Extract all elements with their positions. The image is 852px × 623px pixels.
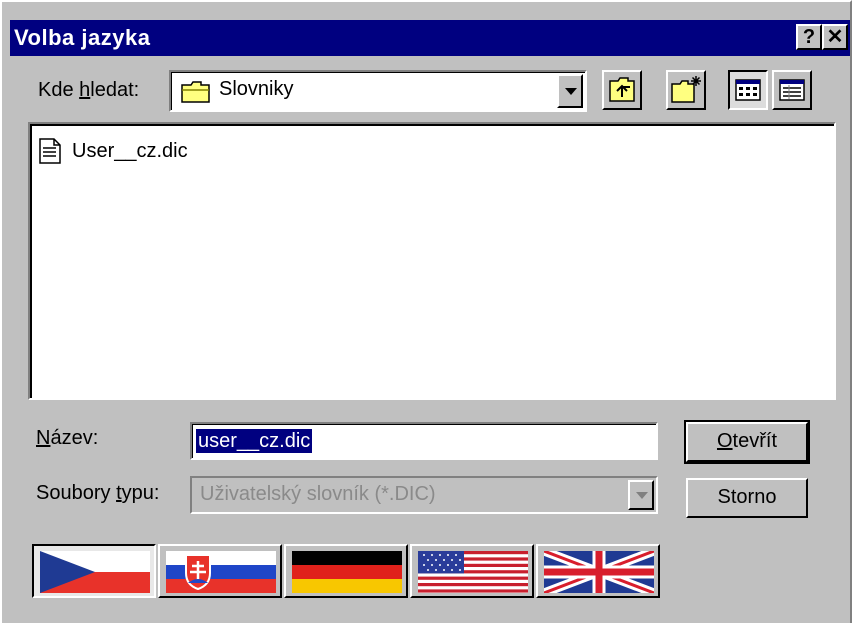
folder-up-icon [609,77,635,102]
title-bar[interactable]: Volba jazyka ? ✕ [10,20,850,56]
look-in-label: Kde hledat: [38,79,140,101]
new-folder-icon [671,76,701,103]
filetype-combo[interactable]: Uživatelský slovník (*.DIC) [190,476,658,514]
look-in-value: Slovniky [219,78,294,100]
filename-label: Název: [36,427,99,449]
create-new-folder-button[interactable] [666,70,706,110]
filename-value: user__cz.dic [196,429,313,453]
details-view-button[interactable] [772,70,812,110]
czech-flag-icon [40,551,150,593]
list-view-icon [735,79,761,101]
list-view-button[interactable] [728,70,768,110]
language-slovak-button[interactable] [158,544,282,598]
folder-icon [181,81,211,108]
up-one-level-button[interactable] [602,70,642,110]
language-dialog: Volba jazyka ? ✕ Kde hledat: Slovniky Us… [0,0,852,623]
cancel-button[interactable]: Storno [686,478,808,518]
chevron-down-icon [565,88,577,95]
language-german-button[interactable] [284,544,408,598]
filetype-dropdown-button[interactable] [628,480,654,510]
filetype-label: Soubory typu: [36,482,160,504]
uk-flag-icon [544,551,654,593]
help-button[interactable]: ? [796,24,822,50]
slovak-flag-icon [166,551,276,593]
language-usa-button[interactable] [410,544,534,598]
close-button[interactable]: ✕ [822,24,848,50]
open-button[interactable]: Otevřít [684,420,810,464]
help-icon: ? [802,26,816,48]
details-view-icon [779,79,805,101]
look-in-combo[interactable]: Slovniky [169,70,587,112]
language-uk-button[interactable] [536,544,660,598]
window-title: Volba jazyka [14,25,151,50]
chevron-down-icon [636,492,648,499]
language-czech-button[interactable] [32,544,156,598]
filetype-value: Uživatelský slovník (*.DIC) [200,483,436,505]
close-icon: ✕ [826,26,844,48]
look-in-dropdown-button[interactable] [557,74,583,108]
usa-flag-icon [418,551,528,593]
german-flag-icon [292,551,402,593]
filename-input[interactable]: user__cz.dic [190,422,658,460]
file-name: User__cz.dic [72,140,188,162]
file-list[interactable]: User__cz.dic [28,122,836,400]
document-icon [39,138,61,164]
